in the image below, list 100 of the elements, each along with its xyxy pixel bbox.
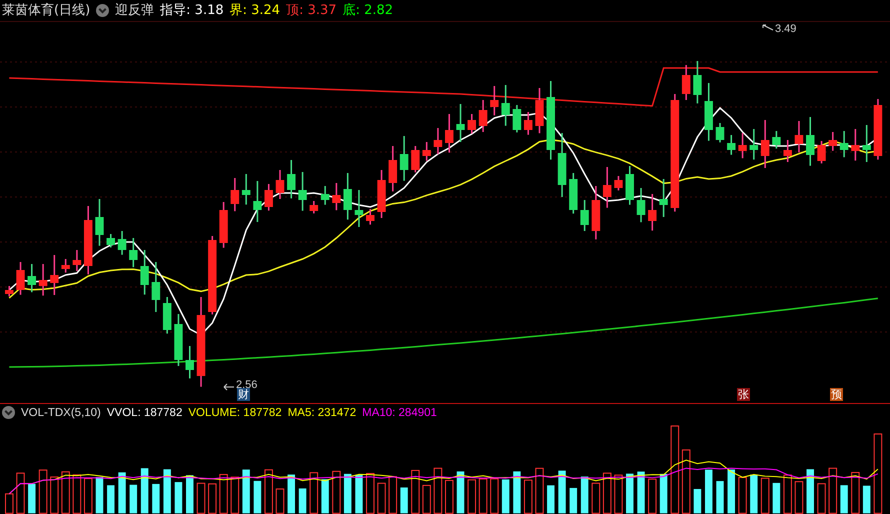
candlestick [648,194,657,231]
candlestick [264,184,273,211]
candlestick [61,258,70,273]
volume-bar [828,468,838,514]
volume-bar [264,470,273,514]
volume-bar [186,475,194,514]
volume-bar [366,473,374,514]
volume-bar [163,469,171,514]
volume-bar [61,472,70,514]
candlestick [129,238,138,268]
volume-bar [637,472,645,514]
dropdown-icon[interactable] [96,4,110,17]
volume-bar [422,485,431,514]
volume-bar [242,470,250,514]
volume-bar [580,476,588,514]
candlestick [72,250,82,271]
candlestick [242,174,250,205]
volume-bar [288,474,296,514]
volume-bar [694,489,702,514]
volume-bar [321,479,329,514]
candlestick [332,182,341,210]
volume-bar [219,474,228,514]
volume-reading: VVOL: 187782 [106,406,182,419]
candlestick [230,178,240,212]
volume-bar [760,478,770,514]
volume-bar [772,483,780,514]
candlestick [400,136,408,181]
volume-bar [478,478,488,514]
volume-bar [614,474,623,514]
volume-reading: MA10: 284901 [362,406,437,419]
volume-bar [434,468,442,514]
volume-bar [411,470,420,514]
volume-bar [276,488,284,514]
event-marker[interactable]: 预 [830,388,843,401]
volume-bar [298,488,306,514]
volume-bar [783,474,792,514]
dropdown-icon[interactable] [2,406,15,420]
candlestick [862,124,871,162]
candlestick [760,120,770,168]
candlestick [828,132,838,151]
candlestick [636,188,646,222]
candlestick [16,262,25,295]
volume-bar [547,485,554,514]
volume-bar [817,483,826,514]
volume-bar [750,474,758,514]
candlestick [106,234,115,248]
indicator-reading: 指导: 3.18 [160,2,224,20]
volume-bar [5,494,14,514]
candlestick [434,128,442,154]
volume-bar [570,488,578,514]
candlestick [602,166,612,208]
pointer-arrow-icon [762,24,774,32]
candlestick [738,132,747,158]
volume-bar [28,484,36,514]
volume-bar [648,478,657,514]
candlestick [219,202,228,248]
candlestick [388,146,398,192]
volume-bar [716,481,724,514]
candlestick [794,120,804,152]
candlestick [422,142,431,161]
candlestick [851,128,860,161]
candlestick [354,190,364,227]
indicator-reading: 底: 2.82 [342,2,394,20]
candlestick [298,172,307,211]
volume-bar [660,474,668,514]
candlestick [535,88,544,134]
volume-bar [513,472,521,514]
volume-bar [502,480,510,514]
volume-bar [535,468,544,514]
candlestick [38,264,48,296]
candlestick [320,186,330,205]
candlestick [558,132,566,197]
candlestick [162,296,172,334]
candlestick [310,200,318,214]
volume-bar [851,472,860,514]
candlestick [84,206,92,274]
candlestick [693,60,702,104]
volume-bar [728,470,736,514]
volume-bar [84,478,92,514]
volume-bar [400,488,408,514]
event-marker[interactable]: 张 [737,388,750,401]
volume-bar [558,470,566,514]
event-marker[interactable]: 财 [237,388,250,401]
candlestick [140,250,149,295]
volume-bar [704,470,712,514]
candlestick [186,346,194,378]
volume-bar [344,474,352,514]
volume-bar [72,474,82,514]
volume-bar [806,469,814,514]
volume-bar [592,482,600,514]
candlestick [524,112,532,135]
candlestick [626,166,634,205]
candlestick [512,104,522,132]
candlestick [287,160,296,198]
volume-reading: VOLUME: 187782 [188,406,282,419]
candlestick [445,114,454,153]
volume-bar [208,484,217,514]
volume-bar [524,480,532,514]
volume-bar [38,470,48,514]
volume-bar [140,468,148,514]
